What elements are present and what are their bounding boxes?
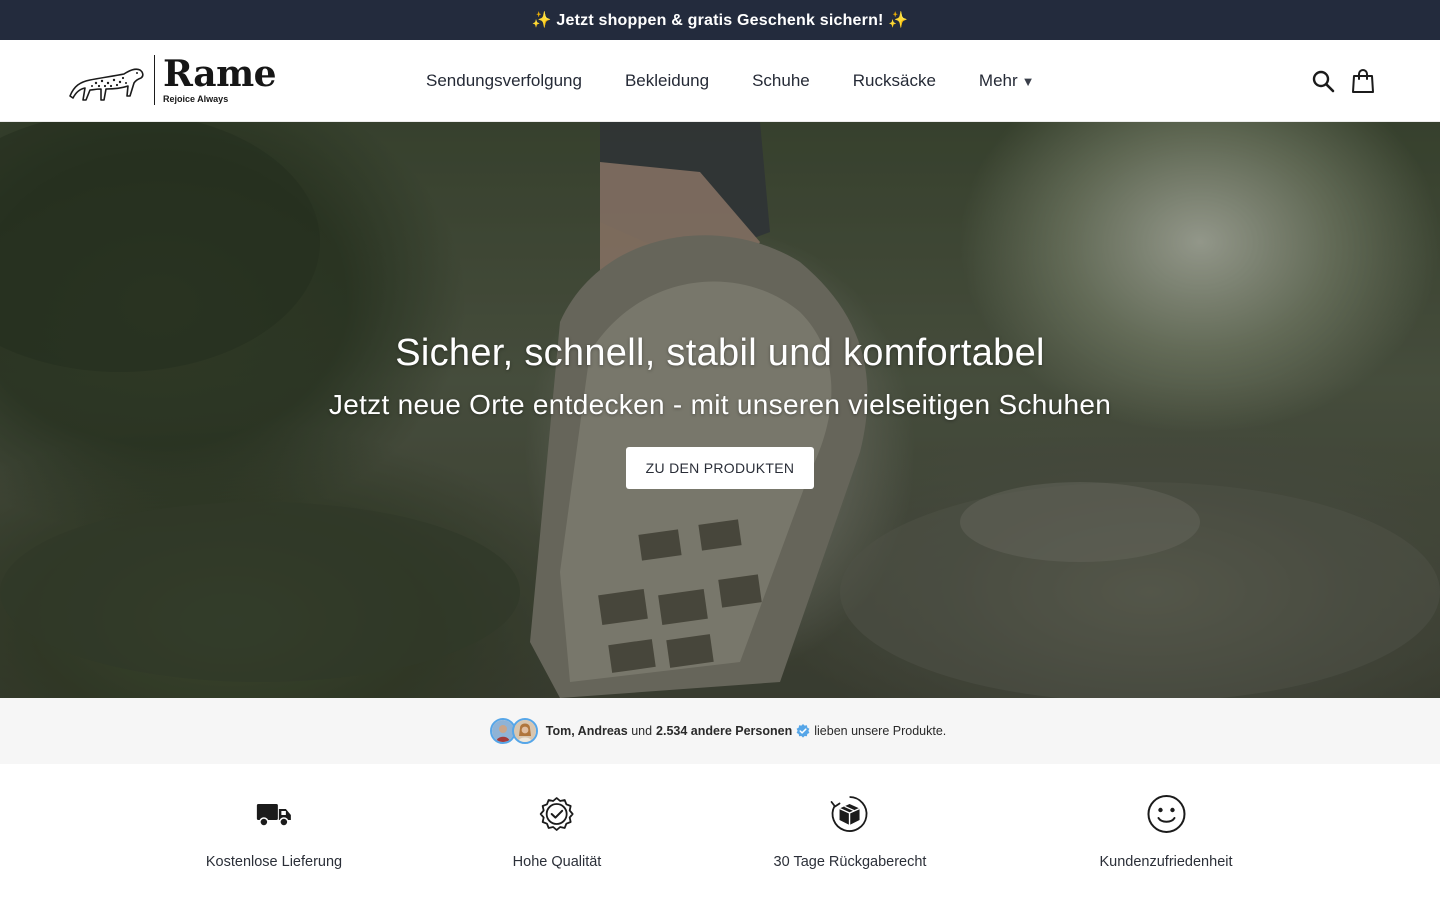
proof-connector: und	[631, 724, 653, 738]
search-button[interactable]	[1310, 68, 1336, 94]
hero-subtitle: Jetzt neue Orte entdecken - mit unseren …	[328, 389, 1112, 420]
site-header: Rame Rejoice Always Sendungsverfolgung B…	[0, 40, 1440, 122]
announcement-text: ✨ Jetzt shoppen & gratis Geschenk sicher…	[531, 12, 909, 29]
social-proof-text: Tom, Andreas und 2.534 andere Personen l…	[546, 724, 951, 738]
logo-wordmark: Rame Rejoice Always	[163, 53, 277, 104]
feature-list: Kostenlose Lieferung Hohe Qualität 30 Ta…	[0, 764, 1440, 900]
feature-label: Kostenlose Lieferung	[205, 854, 343, 870]
shopping-bag-icon	[1352, 69, 1374, 93]
logo-divider	[154, 55, 155, 105]
proof-names: Tom, Andreas	[545, 724, 628, 738]
proof-suffix: lieben unsere Produkte.	[814, 724, 947, 738]
proof-count: 2.534 andere Personen	[656, 724, 793, 738]
hero-title: Sicher, schnell, stabil und komfortabel	[395, 332, 1045, 374]
nav-item-bekleidung[interactable]: Bekleidung	[625, 71, 709, 91]
feature-label: Hohe Qualität	[512, 854, 602, 870]
smiley-icon	[1146, 794, 1186, 834]
nav-item-mehr-label: Mehr	[978, 71, 1018, 90]
hero-cta-button[interactable]: ZU DEN PRODUKTEN	[625, 447, 815, 489]
brand-tagline: Rejoice Always	[163, 94, 229, 104]
hero-content: Sicher, schnell, stabil und komfortabel …	[0, 332, 1440, 489]
search-icon	[1312, 70, 1335, 93]
return-box-icon	[830, 794, 870, 834]
main-nav: Sendungsverfolgung Bekleidung Schuhe Ruc…	[426, 40, 1078, 122]
brand-name: Rame	[163, 53, 277, 95]
nav-item-mehr[interactable]: Mehr ▼	[979, 71, 1035, 91]
hero-banner: Sicher, schnell, stabil und komfortabel …	[0, 122, 1440, 698]
quality-badge-icon	[537, 794, 577, 834]
announcement-bar: ✨ Jetzt shoppen & gratis Geschenk sicher…	[0, 0, 1440, 40]
cart-button[interactable]	[1350, 68, 1376, 94]
nav-item-rucksaecke[interactable]: Rucksäcke	[853, 71, 936, 91]
brand-logo[interactable]: Rame Rejoice Always	[66, 53, 277, 106]
social-proof-bar: Tom, Andreas und 2.534 andere Personen l…	[0, 698, 1440, 764]
feature-30-day-returns: 30 Tage Rückgaberecht	[773, 794, 927, 870]
feature-customer-satisfaction: Kundenzufriedenheit	[1099, 794, 1233, 870]
feature-free-delivery: Kostenlose Lieferung	[206, 794, 342, 870]
nav-item-sendungsverfolgung[interactable]: Sendungsverfolgung	[426, 71, 582, 91]
avatar	[511, 718, 538, 744]
verified-badge-icon	[796, 724, 810, 738]
truck-icon	[254, 794, 294, 834]
nav-item-schuhe[interactable]: Schuhe	[752, 71, 810, 91]
caret-down-icon: ▼	[1021, 73, 1035, 89]
header-actions	[1296, 40, 1376, 122]
feature-label: Kundenzufriedenheit	[1099, 854, 1233, 870]
customer-avatars	[489, 718, 538, 744]
cheetah-logo-icon	[69, 68, 144, 101]
feature-label: 30 Tage Rückgaberecht	[773, 854, 927, 870]
feature-high-quality: Hohe Qualität	[512, 794, 602, 870]
